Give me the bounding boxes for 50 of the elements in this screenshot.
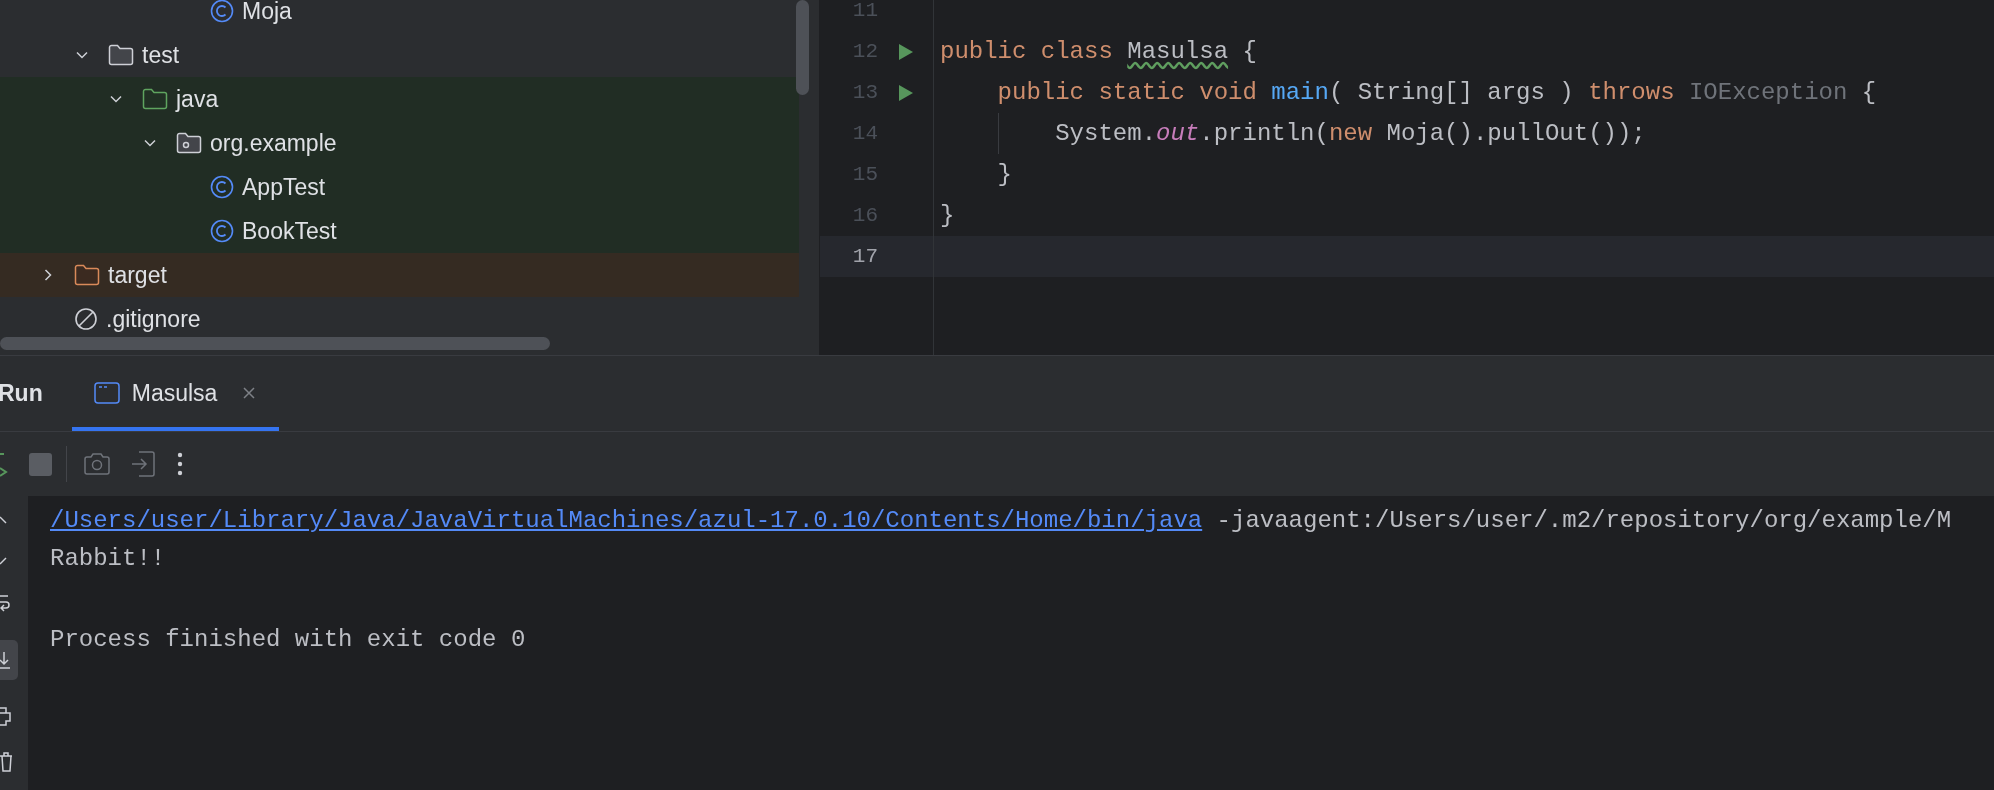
console-line: Rabbit!! (50, 544, 167, 574)
folder-icon (74, 264, 100, 286)
run-icon[interactable] (897, 42, 914, 61)
trash-icon[interactable] (0, 752, 14, 772)
tree-item-label: .gitignore (106, 304, 201, 334)
exit-icon[interactable] (131, 451, 155, 477)
tree-item[interactable]: Moja (0, 0, 799, 33)
close-icon[interactable] (241, 385, 258, 401)
scroll-to-end-icon (0, 650, 12, 670)
package-icon (176, 132, 202, 154)
line-number: 17 (851, 243, 878, 270)
tree-item[interactable]: .gitignore (0, 297, 799, 341)
print-icon[interactable] (0, 706, 14, 726)
tree-item[interactable]: AppTest (0, 165, 799, 209)
tree-item-label: test (142, 40, 180, 70)
code-line: System.out.println(new Moja().pullOut()); (1055, 118, 1646, 149)
console-line: -javaagent:/Users/user/.m2/repository/org/example/M (1215, 506, 1952, 536)
soft-wrap-icon[interactable] (0, 594, 12, 614)
run-icon[interactable] (897, 83, 914, 102)
folder-icon (108, 44, 134, 66)
panel-title: Run (0, 379, 43, 409)
tree-item-label: org.example (210, 128, 337, 158)
scroll-to-end-button[interactable] (0, 640, 18, 680)
tree-item-label: Moja (242, 0, 292, 26)
tree-item-label: AppTest (242, 172, 326, 202)
tree-item[interactable]: java (0, 77, 799, 121)
horizontal-scrollbar[interactable] (0, 337, 550, 350)
class-icon (210, 219, 234, 243)
camera-icon[interactable] (83, 452, 111, 476)
tree-item[interactable]: target (0, 253, 799, 297)
class-icon (210, 175, 234, 199)
tree-item-label: java (176, 84, 219, 114)
vertical-scrollbar[interactable] (796, 0, 809, 95)
tree-item[interactable]: org.example (0, 121, 799, 165)
ignored-file-icon (74, 307, 98, 331)
tree-item[interactable]: BookTest (0, 209, 799, 253)
code-line: } (997, 159, 1012, 190)
exit-message: Process finished with exit code 0 (50, 625, 527, 655)
code-line: public class Masulsa { (940, 36, 1257, 67)
tree-item[interactable]: test (0, 33, 799, 77)
code-line: } (940, 200, 955, 231)
tree-item-label: BookTest (242, 216, 337, 246)
java-path-link[interactable]: /Users/user/Library/Java/JavaVirtualMachines/azul-17.0.10/Contents/Home/bin/java (50, 503, 1203, 539)
console-window-icon (93, 382, 120, 404)
code-line: public static void main( String[] args ) throws IOException { (997, 77, 1877, 108)
rerun-icon[interactable] (0, 450, 8, 478)
more-icon[interactable] (177, 452, 183, 476)
folder-icon (142, 88, 168, 110)
tree-item-label: target (108, 260, 167, 290)
class-icon (210, 0, 234, 23)
